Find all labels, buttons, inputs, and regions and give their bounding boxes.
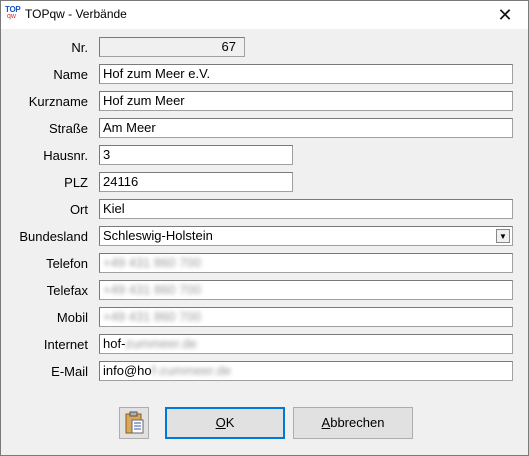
topqw-app-icon: TOP qw (5, 5, 21, 20)
cancel-mnemonic: A (321, 415, 331, 430)
label-nr: Nr. (71, 40, 88, 55)
clipboard-icon (125, 411, 144, 434)
ok-label-rest: K (225, 415, 235, 430)
window-title: TOPqw - Verbände (25, 7, 127, 21)
label-bundesland: Bundesland (19, 229, 88, 244)
internet-value: hof- (103, 336, 126, 351)
strasse-field[interactable]: Am Meer (99, 118, 513, 138)
ort-field[interactable]: Kiel (99, 199, 513, 219)
bundesland-value: Schleswig-Holstein (103, 228, 213, 243)
clipboard-button[interactable] (119, 407, 149, 439)
label-plz: PLZ (64, 175, 88, 190)
nr-field: 67 (99, 37, 245, 57)
close-icon: ✕ (497, 5, 513, 25)
close-button[interactable]: ✕ (482, 1, 528, 29)
label-hausnr: Hausnr. (43, 148, 88, 163)
cancel-button[interactable]: Abbrechen (293, 407, 413, 439)
title-bar: TOP qw TOPqw - Verbände ✕ (1, 1, 528, 29)
label-mobil: Mobil (56, 310, 88, 325)
bundesland-select[interactable]: Schleswig-Holstein ▼ (99, 226, 513, 246)
label-internet: Internet (43, 337, 88, 352)
plz-field[interactable]: 24116 (99, 172, 293, 192)
email-field[interactable]: info@hof-zummeer.de (99, 361, 513, 381)
email-value: info@ho (103, 363, 152, 378)
label-strasse: Straße (48, 121, 88, 136)
dialog-window: TOP qw TOPqw - Verbände ✕ Nr. 67 Name Hof… (0, 0, 529, 456)
kurzname-field[interactable]: Hof zum Meer (99, 91, 513, 111)
label-ort: Ort (69, 202, 88, 217)
label-email: E-Mail (51, 364, 88, 379)
ok-button[interactable]: OK (165, 407, 285, 439)
ok-mnemonic: O (215, 415, 226, 430)
hausnr-field[interactable]: 3 (99, 145, 293, 165)
label-kurzname: Kurzname (28, 94, 88, 109)
telefax-field[interactable]: +49 431 860 700 (99, 280, 513, 300)
internet-field[interactable]: hof-zummeer.de (99, 334, 513, 354)
mobil-field[interactable]: +49 431 860 700 (99, 307, 513, 327)
label-telefon: Telefon (46, 256, 88, 271)
cancel-label-rest: bbrechen (330, 415, 385, 430)
name-field[interactable]: Hof zum Meer e.V. (99, 64, 513, 84)
chevron-down-icon[interactable]: ▼ (496, 229, 510, 243)
telefon-field[interactable]: +49 431 860 700 (99, 253, 513, 273)
label-name: Name (53, 67, 88, 82)
label-telefax: Telefax (46, 283, 88, 298)
